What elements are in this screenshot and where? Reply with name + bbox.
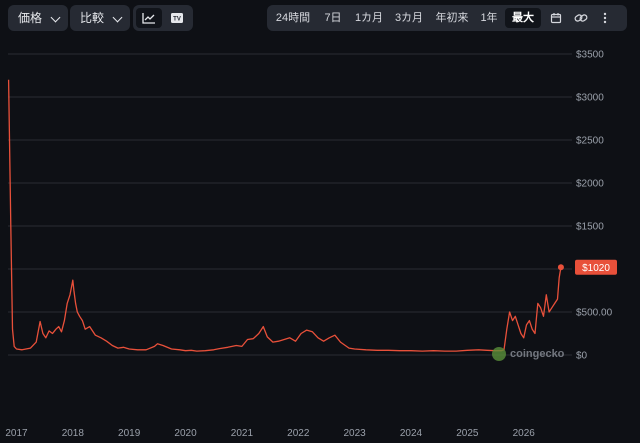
price-dropdown-label: 価格 xyxy=(18,11,43,25)
x-tick-label: 2022 xyxy=(287,428,310,439)
more-options-button[interactable] xyxy=(594,8,616,28)
y-tick-label: $1500 xyxy=(576,222,604,233)
line-chart-button[interactable] xyxy=(136,8,162,28)
x-tick-label: 2017 xyxy=(5,428,28,439)
x-tick-label: 2024 xyxy=(400,428,423,439)
compare-dropdown-label: 比較 xyxy=(80,11,105,25)
x-tick-label: 2023 xyxy=(344,428,367,439)
x-tick-label: 2019 xyxy=(118,428,141,439)
x-tick-label: 2025 xyxy=(456,428,479,439)
range-max-button[interactable]: 最大 xyxy=(505,8,541,28)
price-dropdown[interactable]: 価格 xyxy=(8,5,68,31)
x-tick-label: 2021 xyxy=(231,428,254,439)
y-tick-label: $2000 xyxy=(576,179,604,190)
range-ytd-button[interactable]: 年初来 xyxy=(431,8,473,28)
compare-dropdown[interactable]: 比較 xyxy=(70,5,130,31)
y-tick-label: $3500 xyxy=(576,50,604,61)
y-tick-label: $0 xyxy=(576,351,588,362)
line-chart-icon xyxy=(142,13,155,24)
time-range-selector: 24時間 7日 1カ月 3カ月 年初来 1年 最大 xyxy=(267,5,627,31)
range-24h-button[interactable]: 24時間 xyxy=(271,8,315,28)
y-tick-label: $500.00 xyxy=(576,308,613,319)
svg-text:TV: TV xyxy=(173,17,181,23)
range-3m-button[interactable]: 3カ月 xyxy=(390,8,428,28)
more-vertical-icon xyxy=(603,12,607,24)
x-tick-label: 2026 xyxy=(513,428,536,439)
x-tick-label: 2020 xyxy=(174,428,197,439)
price-line xyxy=(7,79,562,352)
x-tick-label: 2018 xyxy=(62,428,85,439)
range-1m-button[interactable]: 1カ月 xyxy=(351,8,387,28)
coingecko-watermark: coingecko xyxy=(492,347,564,361)
coingecko-logo-icon xyxy=(492,347,506,361)
range-1y-button[interactable]: 1年 xyxy=(476,8,502,28)
price-chart: $3500$3000$2500$2000$1500$1000$500.00$02… xyxy=(5,50,617,439)
range-7d-button[interactable]: 7日 xyxy=(318,8,348,28)
toolbar: 価格 比較 TV 24時間 7日 1カ月 3カ月 年初来 1年 最大 xyxy=(0,0,640,36)
watermark-text: coingecko xyxy=(510,348,565,360)
y-tick-label: $2500 xyxy=(576,136,604,147)
calendar-icon xyxy=(550,13,562,24)
tradingview-icon: TV xyxy=(171,13,183,23)
last-price-label: $1020 xyxy=(582,263,610,274)
tradingview-button[interactable]: TV xyxy=(164,8,190,28)
last-price-badge: $1020 xyxy=(575,259,617,275)
link-icon xyxy=(574,14,588,22)
chart-type-toggle: TV xyxy=(133,5,193,31)
share-link-button[interactable] xyxy=(570,8,592,28)
last-price-dot xyxy=(557,264,564,271)
y-tick-label: $3000 xyxy=(576,93,604,104)
chevron-down-icon xyxy=(112,12,123,23)
calendar-button[interactable] xyxy=(545,8,567,28)
chevron-down-icon xyxy=(50,12,61,23)
